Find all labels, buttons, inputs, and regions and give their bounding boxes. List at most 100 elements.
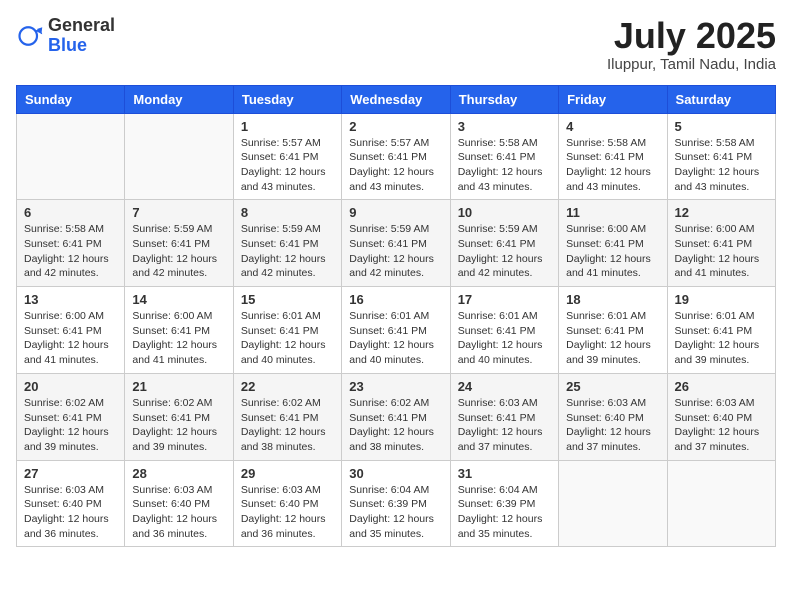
day-info: Sunrise: 5:59 AM Sunset: 6:41 PM Dayligh… bbox=[458, 222, 551, 281]
calendar-header-row: SundayMondayTuesdayWednesdayThursdayFrid… bbox=[17, 85, 776, 113]
calendar-cell bbox=[125, 113, 233, 200]
day-number: 4 bbox=[566, 119, 659, 134]
day-number: 18 bbox=[566, 292, 659, 307]
day-info: Sunrise: 6:03 AM Sunset: 6:40 PM Dayligh… bbox=[24, 483, 117, 542]
header-tuesday: Tuesday bbox=[233, 85, 341, 113]
day-number: 26 bbox=[675, 379, 768, 394]
calendar-cell: 13 Sunrise: 6:00 AM Sunset: 6:41 PM Dayli… bbox=[17, 287, 125, 374]
day-number: 30 bbox=[349, 466, 442, 481]
calendar-cell bbox=[667, 460, 775, 547]
calendar-cell: 6 Sunrise: 5:58 AM Sunset: 6:41 PM Daylig… bbox=[17, 200, 125, 287]
day-info: Sunrise: 6:00 AM Sunset: 6:41 PM Dayligh… bbox=[24, 309, 117, 368]
day-info: Sunrise: 6:04 AM Sunset: 6:39 PM Dayligh… bbox=[349, 483, 442, 542]
calendar-cell: 1 Sunrise: 5:57 AM Sunset: 6:41 PM Daylig… bbox=[233, 113, 341, 200]
day-number: 9 bbox=[349, 205, 442, 220]
calendar-cell: 21 Sunrise: 6:02 AM Sunset: 6:41 PM Dayli… bbox=[125, 373, 233, 460]
calendar-cell: 23 Sunrise: 6:02 AM Sunset: 6:41 PM Dayli… bbox=[342, 373, 450, 460]
calendar-cell: 4 Sunrise: 5:58 AM Sunset: 6:41 PM Daylig… bbox=[559, 113, 667, 200]
header-monday: Monday bbox=[125, 85, 233, 113]
title-block: July 2025 Iluppur, Tamil Nadu, India bbox=[607, 16, 776, 73]
day-info: Sunrise: 5:59 AM Sunset: 6:41 PM Dayligh… bbox=[349, 222, 442, 281]
day-number: 25 bbox=[566, 379, 659, 394]
logo-general-text: General bbox=[48, 15, 115, 35]
day-number: 3 bbox=[458, 119, 551, 134]
day-number: 17 bbox=[458, 292, 551, 307]
calendar-cell bbox=[559, 460, 667, 547]
calendar-cell: 12Sunrise: 6:00 AM Sunset: 6:41 PM Dayli… bbox=[667, 200, 775, 287]
calendar-cell: 9 Sunrise: 5:59 AM Sunset: 6:41 PM Daylig… bbox=[342, 200, 450, 287]
calendar-cell: 2Sunrise: 5:57 AM Sunset: 6:41 PM Daylig… bbox=[342, 113, 450, 200]
day-number: 22 bbox=[241, 379, 334, 394]
day-info: Sunrise: 6:03 AM Sunset: 6:40 PM Dayligh… bbox=[241, 483, 334, 542]
day-info: Sunrise: 6:01 AM Sunset: 6:41 PM Dayligh… bbox=[349, 309, 442, 368]
day-number: 21 bbox=[132, 379, 225, 394]
logo: General Blue bbox=[16, 16, 115, 56]
day-info: Sunrise: 5:58 AM Sunset: 6:41 PM Dayligh… bbox=[566, 136, 659, 195]
day-number: 10 bbox=[458, 205, 551, 220]
day-info: Sunrise: 5:57 AM Sunset: 6:41 PM Dayligh… bbox=[349, 136, 442, 195]
month-title: July 2025 bbox=[607, 16, 776, 56]
calendar-cell: 10 Sunrise: 5:59 AM Sunset: 6:41 PM Dayli… bbox=[450, 200, 558, 287]
day-info: Sunrise: 6:00 AM Sunset: 6:41 PM Dayligh… bbox=[675, 222, 768, 281]
day-number: 7 bbox=[132, 205, 225, 220]
day-info: Sunrise: 6:02 AM Sunset: 6:41 PM Dayligh… bbox=[241, 396, 334, 455]
calendar-week-row: 6 Sunrise: 5:58 AM Sunset: 6:41 PM Daylig… bbox=[17, 200, 776, 287]
day-info: Sunrise: 6:00 AM Sunset: 6:41 PM Dayligh… bbox=[566, 222, 659, 281]
logo-icon bbox=[16, 22, 44, 50]
calendar-cell: 17 Sunrise: 6:01 AM Sunset: 6:41 PM Dayli… bbox=[450, 287, 558, 374]
day-number: 23 bbox=[349, 379, 442, 394]
day-info: Sunrise: 6:02 AM Sunset: 6:41 PM Dayligh… bbox=[132, 396, 225, 455]
day-number: 28 bbox=[132, 466, 225, 481]
calendar-cell: 20Sunrise: 6:02 AM Sunset: 6:41 PM Dayli… bbox=[17, 373, 125, 460]
calendar-cell bbox=[17, 113, 125, 200]
calendar-cell: 28 Sunrise: 6:03 AM Sunset: 6:40 PM Dayli… bbox=[125, 460, 233, 547]
day-info: Sunrise: 5:58 AM Sunset: 6:41 PM Dayligh… bbox=[675, 136, 768, 195]
day-info: Sunrise: 6:03 AM Sunset: 6:41 PM Dayligh… bbox=[458, 396, 551, 455]
header-wednesday: Wednesday bbox=[342, 85, 450, 113]
day-number: 6 bbox=[24, 205, 117, 220]
day-number: 29 bbox=[241, 466, 334, 481]
calendar-cell: 11 Sunrise: 6:00 AM Sunset: 6:41 PM Dayli… bbox=[559, 200, 667, 287]
day-info: Sunrise: 6:04 AM Sunset: 6:39 PM Dayligh… bbox=[458, 483, 551, 542]
day-number: 15 bbox=[241, 292, 334, 307]
calendar-cell: 16 Sunrise: 6:01 AM Sunset: 6:41 PM Dayli… bbox=[342, 287, 450, 374]
day-info: Sunrise: 5:59 AM Sunset: 6:41 PM Dayligh… bbox=[241, 222, 334, 281]
calendar-cell: 27Sunrise: 6:03 AM Sunset: 6:40 PM Dayli… bbox=[17, 460, 125, 547]
calendar-week-row: 1 Sunrise: 5:57 AM Sunset: 6:41 PM Daylig… bbox=[17, 113, 776, 200]
day-number: 13 bbox=[24, 292, 117, 307]
day-info: Sunrise: 6:02 AM Sunset: 6:41 PM Dayligh… bbox=[24, 396, 117, 455]
calendar-cell: 30 Sunrise: 6:04 AM Sunset: 6:39 PM Dayli… bbox=[342, 460, 450, 547]
day-info: Sunrise: 5:58 AM Sunset: 6:41 PM Dayligh… bbox=[24, 222, 117, 281]
location: Iluppur, Tamil Nadu, India bbox=[607, 56, 776, 73]
day-number: 8 bbox=[241, 205, 334, 220]
day-number: 16 bbox=[349, 292, 442, 307]
day-number: 11 bbox=[566, 205, 659, 220]
calendar-cell: 19Sunrise: 6:01 AM Sunset: 6:41 PM Dayli… bbox=[667, 287, 775, 374]
calendar-week-row: 27Sunrise: 6:03 AM Sunset: 6:40 PM Dayli… bbox=[17, 460, 776, 547]
calendar-week-row: 13 Sunrise: 6:00 AM Sunset: 6:41 PM Dayli… bbox=[17, 287, 776, 374]
header-thursday: Thursday bbox=[450, 85, 558, 113]
calendar-cell: 31 Sunrise: 6:04 AM Sunset: 6:39 PM Dayli… bbox=[450, 460, 558, 547]
day-info: Sunrise: 6:02 AM Sunset: 6:41 PM Dayligh… bbox=[349, 396, 442, 455]
day-info: Sunrise: 5:58 AM Sunset: 6:41 PM Dayligh… bbox=[458, 136, 551, 195]
calendar-cell: 24Sunrise: 6:03 AM Sunset: 6:41 PM Dayli… bbox=[450, 373, 558, 460]
day-info: Sunrise: 6:03 AM Sunset: 6:40 PM Dayligh… bbox=[132, 483, 225, 542]
day-info: Sunrise: 6:03 AM Sunset: 6:40 PM Dayligh… bbox=[566, 396, 659, 455]
day-info: Sunrise: 6:01 AM Sunset: 6:41 PM Dayligh… bbox=[675, 309, 768, 368]
day-number: 1 bbox=[241, 119, 334, 134]
calendar-cell: 7Sunrise: 5:59 AM Sunset: 6:41 PM Daylig… bbox=[125, 200, 233, 287]
day-number: 31 bbox=[458, 466, 551, 481]
day-info: Sunrise: 6:01 AM Sunset: 6:41 PM Dayligh… bbox=[241, 309, 334, 368]
calendar-cell: 15 Sunrise: 6:01 AM Sunset: 6:41 PM Dayli… bbox=[233, 287, 341, 374]
day-info: Sunrise: 6:00 AM Sunset: 6:41 PM Dayligh… bbox=[132, 309, 225, 368]
calendar-cell: 5Sunrise: 5:58 AM Sunset: 6:41 PM Daylig… bbox=[667, 113, 775, 200]
calendar-cell: 26Sunrise: 6:03 AM Sunset: 6:40 PM Dayli… bbox=[667, 373, 775, 460]
calendar-table: SundayMondayTuesdayWednesdayThursdayFrid… bbox=[16, 85, 776, 548]
day-info: Sunrise: 6:01 AM Sunset: 6:41 PM Dayligh… bbox=[458, 309, 551, 368]
header-sunday: Sunday bbox=[17, 85, 125, 113]
header-friday: Friday bbox=[559, 85, 667, 113]
page-header: General Blue July 2025 Iluppur, Tamil Na… bbox=[16, 16, 776, 73]
calendar-week-row: 20Sunrise: 6:02 AM Sunset: 6:41 PM Dayli… bbox=[17, 373, 776, 460]
day-info: Sunrise: 5:57 AM Sunset: 6:41 PM Dayligh… bbox=[241, 136, 334, 195]
day-number: 14 bbox=[132, 292, 225, 307]
